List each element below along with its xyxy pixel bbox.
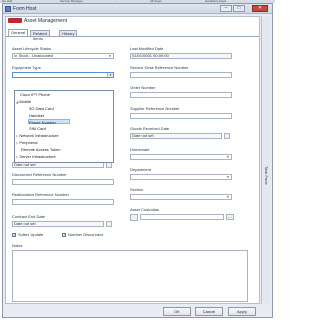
tree-item-label: Peripheral <box>19 140 38 145</box>
tab-general[interactable]: General <box>8 29 29 36</box>
equipment-type-label: Equipment Type <box>12 65 41 70</box>
chevron-down-icon[interactable]: ▼ <box>107 73 113 77</box>
minimize-button[interactable]: – <box>220 5 232 12</box>
form-panel: Asset Management General Related Items H… <box>5 16 260 304</box>
tree-item-label: Handset <box>29 113 44 118</box>
browse-button[interactable]: ... <box>226 214 234 220</box>
chevron-down-icon[interactable]: ▼ <box>225 155 231 159</box>
asset-logo-icon <box>8 18 22 23</box>
close-button[interactable]: ✕ <box>252 5 268 12</box>
goods-received-field[interactable]: Date not set <box>130 133 222 139</box>
form-title: Asset Management <box>24 18 68 24</box>
tree-item[interactable]: ▷Peripheral <box>16 140 38 145</box>
window-title: Form Host <box>13 6 37 12</box>
maximize-button[interactable]: □ <box>233 5 245 12</box>
tree-item-label: Cisco IPT Phone <box>20 92 50 97</box>
task-pane-label: Task Pane <box>264 166 269 185</box>
expand-arrow-icon[interactable]: ▷ <box>16 155 18 159</box>
equipment-type-tree: Cisco IPT Phone ◢Mobile 3G Data Card Han… <box>14 90 114 163</box>
lifecycle-select[interactable]: In Stock - Unallocated ▼ <box>12 53 114 59</box>
section-select[interactable]: ▼ <box>130 194 232 200</box>
disconnect-ref-label: Disconnect Reference Number <box>12 172 67 177</box>
sd-ref-label: Service Desk Reference Number <box>130 65 189 70</box>
number-disconnect-checkbox[interactable] <box>62 232 66 237</box>
contract-end-value: Date not set <box>14 221 36 226</box>
tree-item[interactable]: Handset <box>29 113 44 118</box>
equipment-type-select[interactable]: ▼ <box>12 72 114 78</box>
department-select[interactable]: ▼ <box>130 174 232 180</box>
tree-item-label: SIM Card <box>29 126 46 131</box>
cancel-button[interactable]: Cancel <box>195 307 223 316</box>
notes-textarea[interactable] <box>12 250 248 302</box>
tree-item[interactable]: ▷Network Infrastructure <box>16 133 59 138</box>
user-picker-icon[interactable] <box>130 214 138 221</box>
contract-end-field[interactable]: Date not set <box>12 221 104 227</box>
chevron-down-icon[interactable]: ▼ <box>225 195 231 199</box>
tree-item-label: Phone Number <box>29 120 56 125</box>
reallocation-ref-input[interactable] <box>12 199 114 205</box>
tree-item[interactable]: 3G Data Card <box>29 106 54 111</box>
notes-label: Notes <box>12 243 23 248</box>
calendar-icon[interactable] <box>224 133 230 139</box>
sd-ref-input[interactable] <box>130 72 232 78</box>
order-number-label: Order Number <box>130 85 156 90</box>
asset-custodian-input[interactable] <box>140 214 224 220</box>
department-label: Department <box>130 167 151 172</box>
supplier-ref-label: Supplier Reference Number <box>130 106 180 111</box>
task-pane[interactable]: Task Pane <box>261 16 271 304</box>
softex-update-label: Softex Update <box>18 232 44 237</box>
tree-item-label: Mobile <box>19 99 32 104</box>
directorate-label: Directorate <box>130 147 150 152</box>
tab-divider <box>6 36 259 37</box>
tree-item[interactable]: Cisco IPT Phone <box>19 92 50 97</box>
section-label: Section <box>130 187 144 192</box>
tree-item-label: Remote Access Token <box>21 147 61 152</box>
tree-item-label: Network Infrastructure <box>19 133 59 138</box>
tree-item-label: Server Infrastructure <box>19 154 56 159</box>
softex-update-checkbox[interactable] <box>12 232 16 237</box>
window-titlebar[interactable]: Form Host – □ ✕ <box>3 4 272 14</box>
asset-custodian-label: Asset Custodian <box>130 207 160 212</box>
tree-item[interactable]: Remote Access Token <box>21 147 61 152</box>
tree-item-selected[interactable]: Phone Number <box>28 119 70 125</box>
number-disconnect-label: Number Disconnect <box>68 232 104 237</box>
supplier-ref-input[interactable] <box>130 113 232 119</box>
expand-arrow-icon[interactable]: ▷ <box>16 141 18 145</box>
form-header: Asset Management <box>6 17 259 24</box>
chevron-down-icon[interactable]: ▼ <box>225 175 231 179</box>
tree-item[interactable]: SIM Card <box>29 126 46 131</box>
tree-item[interactable]: ▷Server Infrastructure <box>16 154 56 159</box>
contract-end-label: Contract End Date <box>12 214 45 219</box>
lifecycle-value: In Stock - Unallocated <box>14 53 54 58</box>
last-modified-label: Last Modified Date <box>130 46 164 51</box>
last-modified-field: 01/01/0001 00:00:00 <box>130 53 232 59</box>
chevron-down-icon[interactable]: ▼ <box>107 54 113 58</box>
expand-arrow-icon[interactable]: ◢ <box>16 100 18 104</box>
lifecycle-label: Asset Lifecycle Status <box>12 46 52 51</box>
ok-button[interactable]: OK <box>163 307 191 316</box>
directorate-select[interactable]: ▼ <box>130 154 232 160</box>
goods-received-value: Date not set <box>132 133 154 138</box>
goods-received-label: Goods Received Date <box>130 126 170 131</box>
form-host-window: Form Host – □ ✕ Asset Management General… <box>2 3 273 318</box>
app-icon <box>5 6 11 12</box>
expand-arrow-icon[interactable]: ▷ <box>16 134 18 138</box>
reallocation-ref-label: Reallocation Reference Number <box>12 192 69 197</box>
order-number-input[interactable] <box>130 92 232 98</box>
disconnect-ref-input[interactable] <box>12 179 114 185</box>
last-modified-value: 01/01/0001 00:00:00 <box>132 53 169 58</box>
tree-item-label: 3G Data Card <box>29 106 54 111</box>
calendar-icon[interactable] <box>106 221 112 227</box>
tree-item-mobile[interactable]: ◢Mobile <box>16 99 31 104</box>
apply-button[interactable]: Apply <box>228 307 256 316</box>
